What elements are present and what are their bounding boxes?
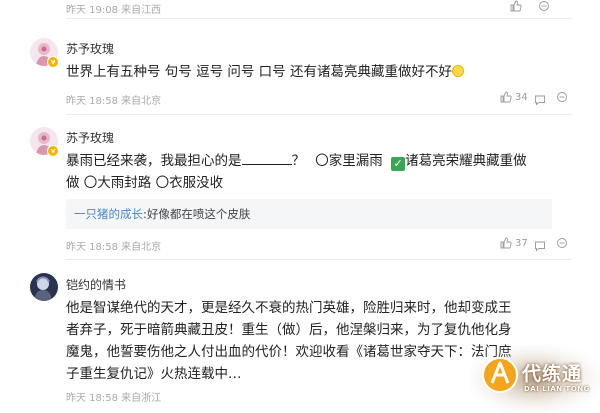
option-label: 家里漏雨	[328, 153, 383, 169]
thumbs-up-icon	[500, 237, 512, 249]
more-icon	[539, 1, 549, 11]
comment-meta: 昨天 18:58 来自北京	[66, 96, 162, 107]
like-button[interactable]: 34	[500, 91, 528, 103]
comment-meta: 昨天 19:08 来自江西	[66, 5, 162, 16]
option-label: 大雨封路	[97, 175, 152, 191]
more-button[interactable]	[556, 237, 568, 252]
option-mark: 〇	[155, 175, 170, 191]
option-mark: 〇	[315, 153, 329, 169]
like-button[interactable]: 37	[500, 237, 528, 249]
verified-badge-icon: v	[47, 56, 59, 68]
quoted-text: 好像都在喷这个皮肤	[146, 207, 251, 221]
reply-button[interactable]	[534, 91, 546, 110]
more-button[interactable]	[556, 91, 568, 106]
divider	[66, 18, 572, 19]
reply-button[interactable]	[534, 237, 546, 256]
answer-blank	[241, 153, 292, 165]
comment-text: 世界上有五种号 句号 逗号 问号 口号 还有诸葛亮典藏重做好不好	[66, 61, 566, 83]
comment-meta: 昨天 18:58 来自浙江	[66, 393, 162, 404]
comment-meta: 昨天 18:58 来自北京	[66, 242, 162, 253]
comment-actions	[510, 0, 600, 16]
username[interactable]: 苏予玫瑰	[66, 129, 114, 146]
comment-actions: 34	[500, 91, 590, 107]
comment-text-line: 世界上有五种号 句号 逗号 问号 口号 还有诸葛亮典藏重做好不好	[66, 64, 452, 80]
thumbs-up-icon	[500, 91, 512, 103]
comment-actions: 37	[500, 237, 590, 253]
more-button[interactable]	[538, 0, 550, 15]
divider	[66, 114, 572, 115]
username[interactable]: 铠约的情书	[66, 276, 126, 293]
question-mark: ？	[291, 153, 306, 169]
character-avatar-icon	[30, 273, 58, 301]
smile-emoji-icon	[451, 65, 464, 77]
more-icon	[557, 238, 567, 248]
watermark-logo: 代练通 DAI LIAN TONG	[470, 345, 600, 413]
quoted-reply[interactable]: 一只猪的成长:好像都在喷这个皮肤	[66, 199, 552, 229]
comment-text-line: 者弃子，死于暗箭典藏丑皮！重生（做）后，他涅槃归来，为了复仇他化身	[66, 322, 512, 338]
thumbs-up-icon	[510, 0, 522, 12]
checkmark-box-icon: ✓	[391, 157, 406, 171]
option-mark: 〇	[83, 175, 98, 191]
option-label: 衣服没收	[169, 175, 224, 191]
watermark-subtitle: DAI LIAN TONG	[524, 385, 590, 393]
comment-text: 暴雨已经来袭，我最担心的是？ 〇家里漏雨 ✓ 诸葛亮荣耀典藏重做 做 〇大雨封路 …	[66, 153, 527, 191]
divider	[66, 259, 572, 260]
avatar[interactable]	[30, 273, 58, 301]
watermark-title: 代练通	[522, 363, 583, 385]
comment-icon	[535, 241, 545, 252]
comment-text-line: 他是智谋绝代的天才，更是经久不衰的热门英雄，险胜归来时，他却变成王	[66, 300, 512, 316]
like-count: 34	[515, 91, 528, 103]
quoted-username[interactable]: 一只猪的成长	[74, 207, 143, 221]
like-button[interactable]	[510, 0, 522, 12]
comment-previous: 昨天 19:08 来自江西	[0, 0, 600, 16]
comment-icon	[535, 95, 545, 106]
question-text: 暴雨已经来袭，我最担心的是	[66, 153, 242, 169]
username[interactable]: 苏予玫瑰	[66, 40, 114, 57]
option-mark: ✓	[393, 157, 403, 170]
option-label: 诸葛亮荣耀典藏重做	[405, 153, 527, 169]
like-count: 37	[515, 237, 528, 249]
verified-badge-icon: v	[47, 145, 59, 157]
more-icon	[557, 92, 567, 102]
